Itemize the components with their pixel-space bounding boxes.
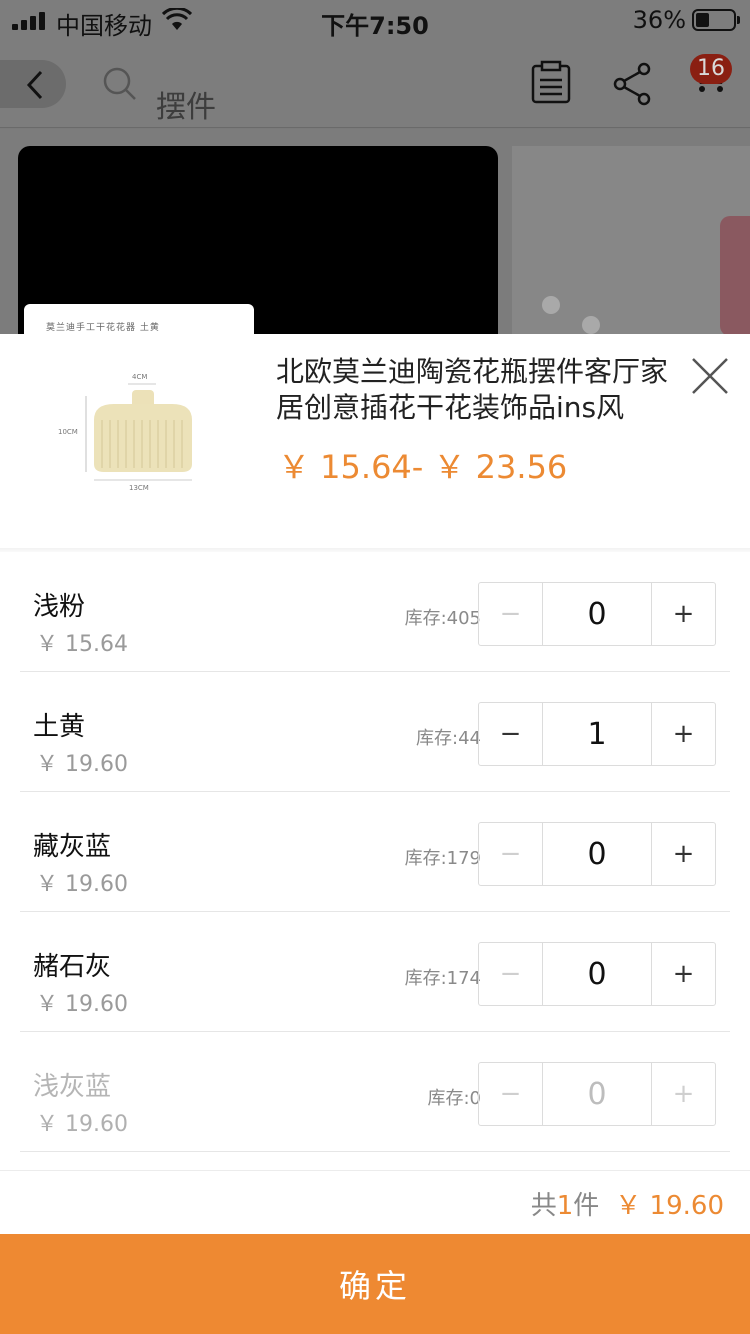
variant-price: ￥ 19.60 <box>36 752 128 777</box>
dim-width-label: 4CM <box>132 373 147 381</box>
summary-bar: 共1件 ￥ 19.60 <box>0 1170 750 1234</box>
increment-button: + <box>672 1079 695 1109</box>
decrement-button[interactable]: − <box>479 823 542 885</box>
variant-stock: 库存:44 <box>416 728 481 749</box>
battery-icon <box>692 9 740 31</box>
variant-price: ￥ 15.64 <box>36 632 128 657</box>
nav-bar: 摆件 16 <box>0 40 750 128</box>
dim-height-label: 10CM <box>58 428 78 436</box>
status-bar: 中国移动 下午7:50 36% <box>0 0 750 40</box>
quantity-value: 0 <box>542 1063 652 1125</box>
quantity-stepper: − 0 + <box>478 1062 716 1126</box>
quantity-stepper: − 1 + <box>478 702 716 766</box>
back-button[interactable] <box>0 60 66 108</box>
cart-badge: 16 <box>690 54 732 84</box>
close-icon[interactable] <box>690 356 730 396</box>
quantity-value[interactable]: 0 <box>542 823 652 885</box>
increment-button[interactable]: + <box>652 943 715 1005</box>
chevron-left-icon <box>26 70 43 100</box>
variant-price: ￥ 19.60 <box>36 992 128 1017</box>
decrement-button[interactable]: − <box>479 703 542 765</box>
summary-suffix: 件 <box>573 1191 600 1221</box>
variant-price: ￥ 19.60 <box>36 1112 128 1137</box>
decrement-button[interactable]: − <box>479 583 542 645</box>
variant-name[interactable]: 土黄 <box>33 706 85 743</box>
variant-name[interactable]: 藏灰蓝 <box>33 826 111 863</box>
quantity-stepper: − 0 + <box>478 582 716 646</box>
variant-row: 赭石灰 ￥ 19.60 库存:174 − 0 + <box>20 912 730 1032</box>
variant-price: ￥ 19.60 <box>36 872 128 897</box>
price-range: ￥ 15.64- ￥ 23.56 <box>278 448 568 486</box>
product-photo[interactable] <box>512 146 750 346</box>
variant-name[interactable]: 赭石灰 <box>33 946 111 983</box>
variant-stock: 库存:174 <box>404 968 481 989</box>
quantity-stepper: − 0 + <box>478 822 716 886</box>
decrement-button[interactable]: − <box>479 943 542 1005</box>
increment-button[interactable]: + <box>652 823 715 885</box>
variant-row: 藏灰蓝 ￥ 19.60 库存:179 − 0 + <box>20 792 730 912</box>
variant-name: 浅灰蓝 <box>33 1072 112 1102</box>
increment-button[interactable]: + <box>652 583 715 645</box>
order-summary: 共1件 ￥ 19.60 <box>531 1185 724 1222</box>
summary-prefix: 共 <box>530 1191 557 1221</box>
variant-stock: 库存:179 <box>404 848 481 869</box>
quantity-value[interactable]: 1 <box>542 703 652 765</box>
variant-list: 浅粉 ￥ 15.64 库存:405 − 0 + 土黄 ￥ 19.60 库存:44… <box>0 552 750 1152</box>
share-icon[interactable] <box>612 62 652 106</box>
vase-image: 4CM 10CM 13CM <box>58 373 192 492</box>
variant-stock: 库存:405 <box>404 608 481 629</box>
search-icon[interactable] <box>102 66 138 102</box>
search-input[interactable]: 摆件 <box>156 82 216 126</box>
quantity-value[interactable]: 0 <box>542 583 652 645</box>
quantity-stepper: − 0 + <box>478 942 716 1006</box>
dim-base-label: 13CM <box>129 484 149 492</box>
summary-count: 1 <box>556 1191 574 1221</box>
list-icon[interactable] <box>530 60 574 106</box>
variant-row: 浅灰蓝 ￥ 19.60 库存:0 − 0 + <box>20 1032 730 1152</box>
variant-stock: 库存:0 <box>427 1088 481 1109</box>
variant-row: 浅粉 ￥ 15.64 库存:405 − 0 + <box>20 552 730 672</box>
summary-total: ￥ 19.60 <box>615 1191 724 1221</box>
increment-button[interactable]: + <box>652 703 715 765</box>
battery-percent: 36% <box>632 6 686 34</box>
quantity-value[interactable]: 0 <box>542 943 652 1005</box>
thumbnail-caption: 莫兰迪手工干花花器 土黄 <box>46 323 160 333</box>
product-title: 北欧莫兰迪陶瓷花瓶摆件客厅家居创意插花干花装饰品ins风 <box>276 355 669 424</box>
variant-name[interactable]: 浅粉 <box>33 586 85 623</box>
product-thumbnail[interactable]: 莫兰迪手工干花花器 土黄 4CM 10CM 13CM <box>24 304 254 516</box>
decrement-button: − <box>499 1079 522 1109</box>
variant-row: 土黄 ￥ 19.60 库存:44 − 1 + <box>20 672 730 792</box>
confirm-button[interactable]: 确定 <box>0 1234 750 1334</box>
